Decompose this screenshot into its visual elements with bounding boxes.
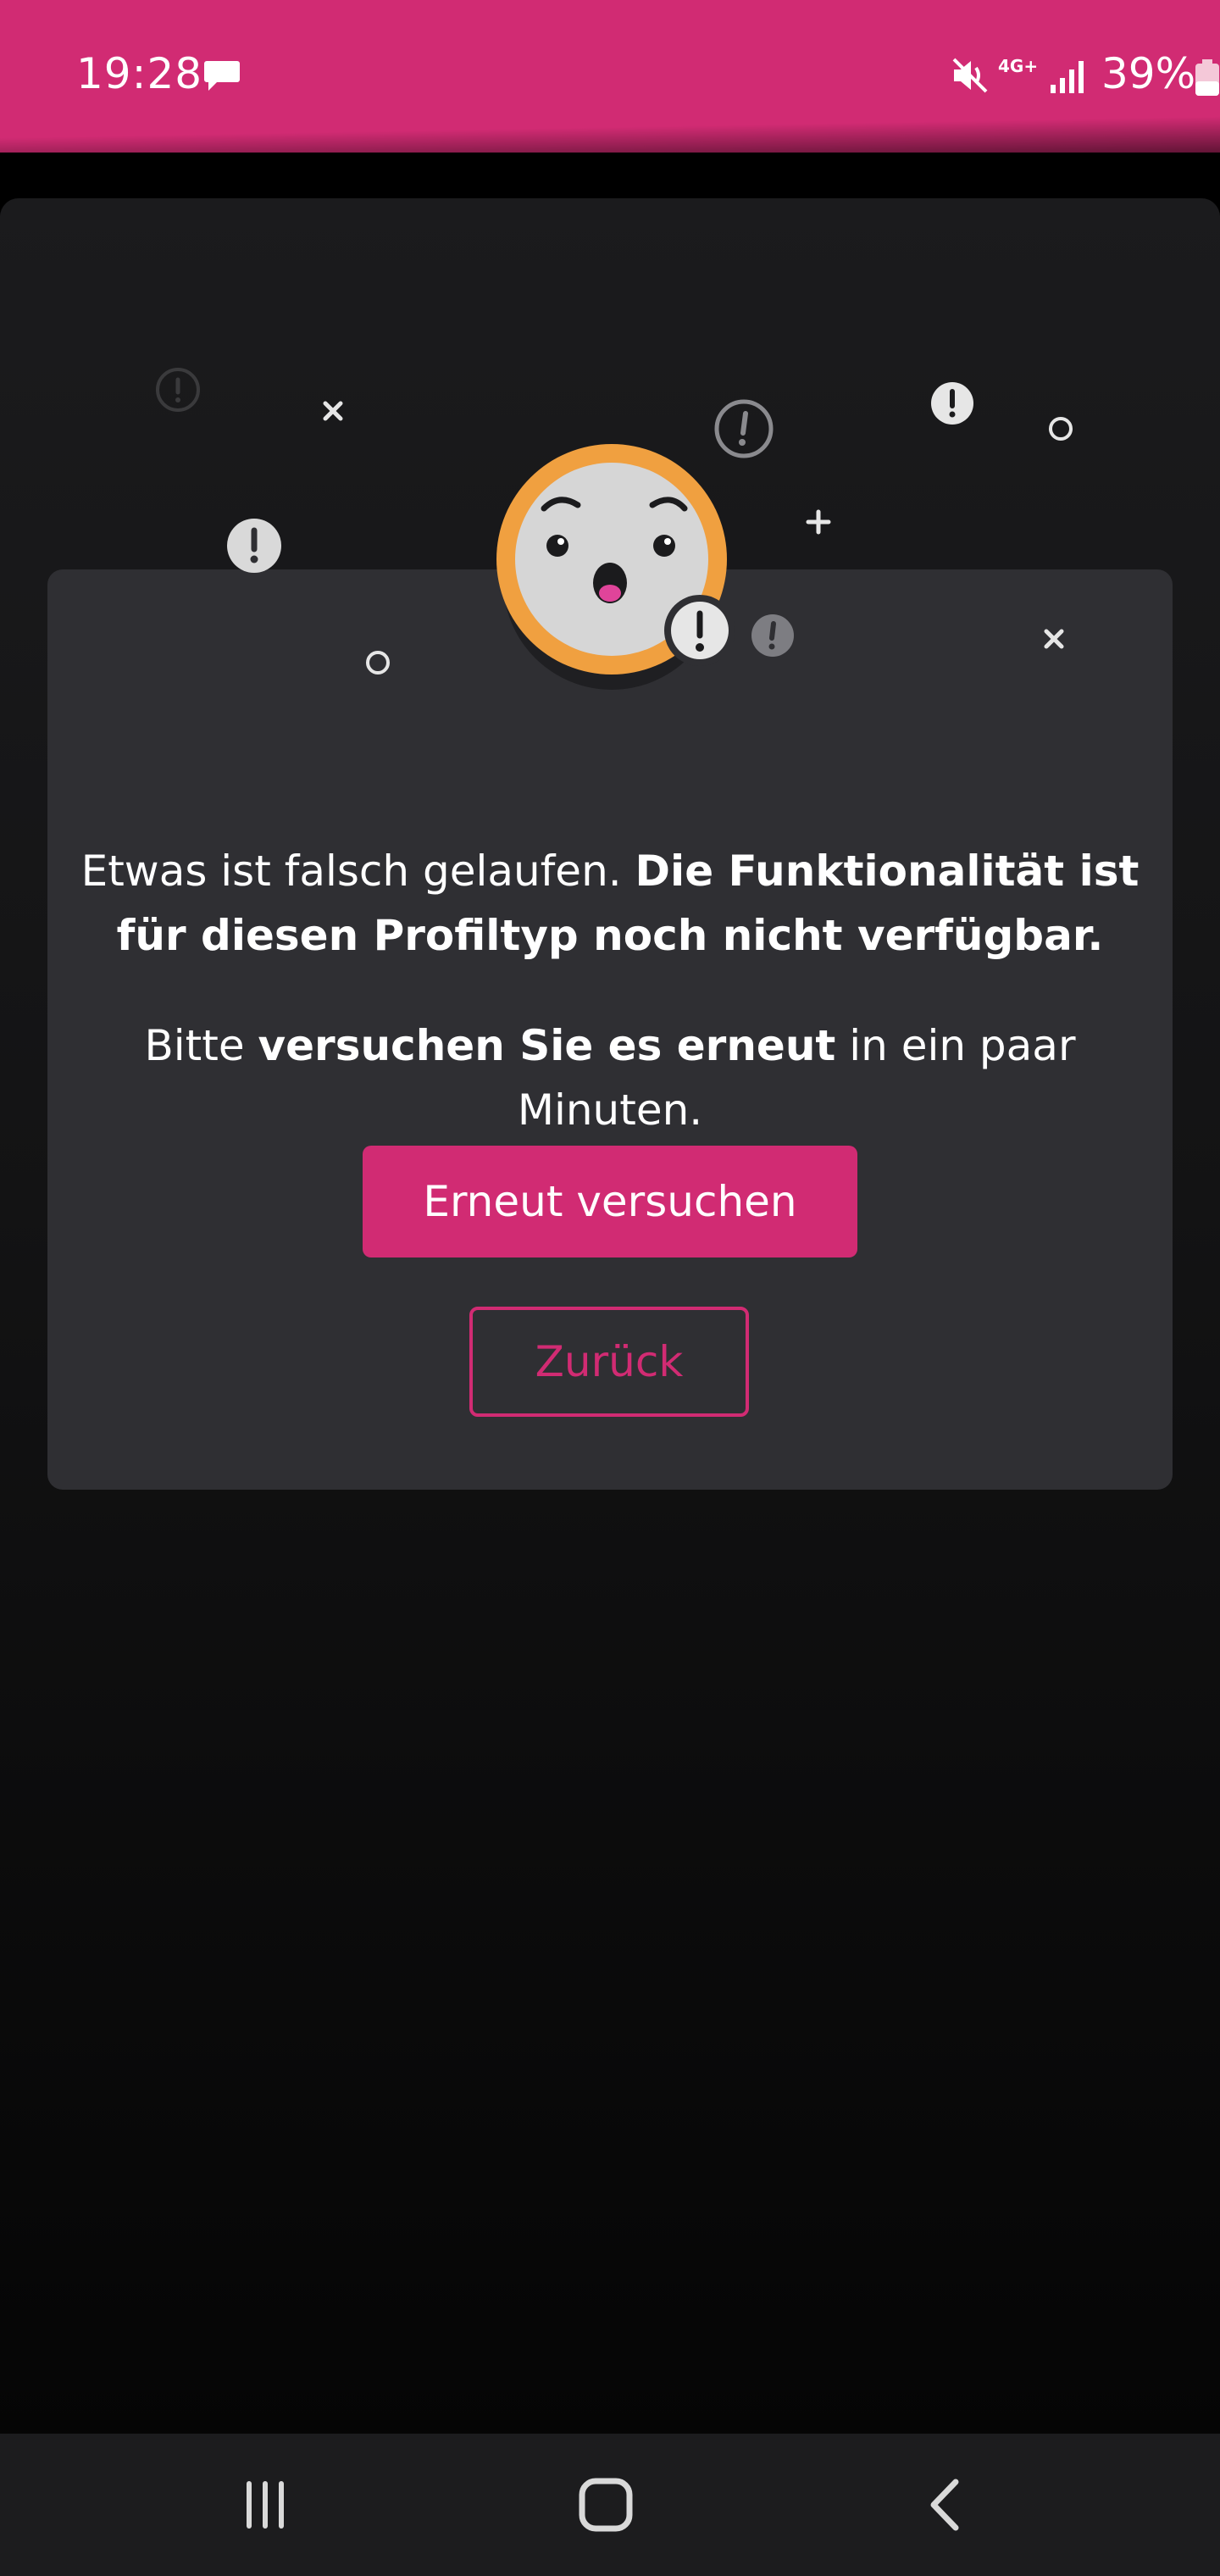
battery-percent: 39%	[1101, 49, 1196, 98]
home-icon	[579, 2478, 633, 2532]
battery-icon	[1195, 59, 1220, 100]
exclamation-icon	[931, 382, 973, 425]
status-bar-shadow	[0, 116, 1220, 206]
exclamation-icon	[227, 519, 281, 573]
error-message: Etwas ist falsch gelaufen. Die Funktiona…	[47, 839, 1173, 968]
error-message-intro: Etwas ist falsch gelaufen.	[80, 847, 635, 896]
retry-hint-prefix: Bitte	[144, 1021, 258, 1070]
network-type-label: 4G+	[998, 56, 1039, 76]
status-bar: 19:28 4G+ 39%	[0, 0, 1220, 206]
recent-apps-icon	[247, 2481, 284, 2529]
status-time: 19:28	[76, 49, 203, 98]
retry-hint-emphasis: versuchen Sie es erneut	[258, 1021, 836, 1070]
back-button[interactable]: Zurück	[469, 1307, 749, 1417]
mute-icon	[951, 56, 990, 98]
recent-apps-button[interactable]	[227, 2471, 303, 2539]
back-icon	[930, 2479, 959, 2531]
cross-icon	[323, 401, 343, 421]
surprised-face-icon	[496, 444, 735, 690]
cross-icon	[1044, 629, 1064, 649]
status-icons: 4G+ 39%	[712, 47, 1220, 107]
plus-icon	[806, 509, 831, 535]
back-nav-button[interactable]	[908, 2471, 984, 2539]
message-icon	[203, 59, 241, 97]
circle-icon	[366, 651, 390, 675]
retry-button[interactable]: Erneut versuchen	[363, 1146, 857, 1257]
navigation-bar	[0, 2434, 1220, 2576]
exclamation-icon	[751, 614, 794, 657]
circle-icon	[1049, 417, 1073, 441]
signal-icon	[1049, 59, 1086, 98]
exclamation-icon	[156, 368, 200, 412]
retry-hint: Bitte versuchen Sie es erneut in ein paa…	[47, 1013, 1173, 1142]
home-button[interactable]	[568, 2471, 644, 2539]
